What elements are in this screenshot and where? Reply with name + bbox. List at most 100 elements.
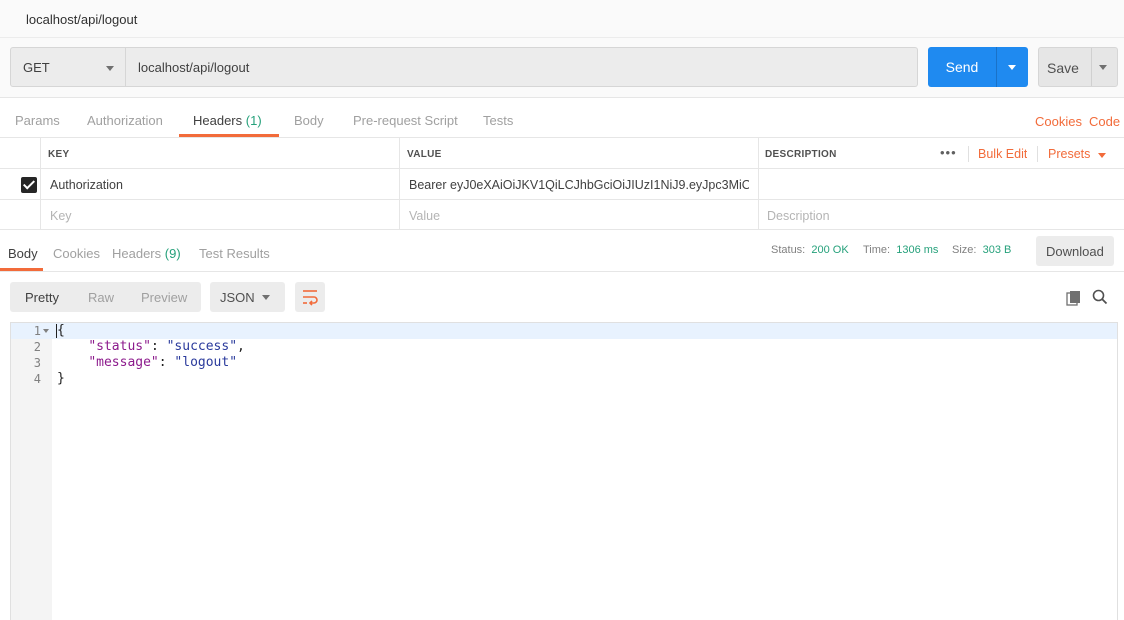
- headers-table: KEY VALUE DESCRIPTION ••• Bulk Edit Pres…: [0, 138, 1124, 230]
- line-number: 2: [33, 340, 41, 354]
- code-line: 2 "status": "success",: [11, 339, 1117, 355]
- request-title[interactable]: localhost/api/logout: [26, 12, 137, 27]
- tab-label: Headers: [112, 246, 162, 261]
- code-text: {: [57, 323, 65, 338]
- download-label: Download: [1046, 244, 1104, 259]
- tab-label: Test Results: [199, 246, 270, 261]
- format-select[interactable]: JSON: [210, 282, 285, 312]
- tab-params[interactable]: Params: [15, 113, 60, 128]
- code-text: "message": "logout": [88, 355, 238, 370]
- header-key-cell[interactable]: Authorization: [50, 178, 390, 192]
- format-label: JSON: [220, 290, 255, 305]
- size-value: 303 B: [982, 244, 1012, 256]
- active-tab-indicator: [179, 134, 279, 137]
- cookies-link[interactable]: Cookies: [1035, 114, 1082, 129]
- line-number: 3: [33, 356, 41, 370]
- line-number: 4: [33, 372, 41, 386]
- send-button[interactable]: Send: [928, 47, 1028, 87]
- tab-label: Body: [8, 246, 38, 261]
- tab-count: (1): [245, 113, 262, 128]
- time-readout: Time: 1306 ms: [863, 244, 938, 256]
- tab-body[interactable]: Body: [294, 113, 324, 128]
- url-text: localhost/api/logout: [138, 60, 250, 75]
- column-header-description: DESCRIPTION: [765, 149, 837, 160]
- presets-dropdown[interactable]: Presets: [1048, 147, 1090, 161]
- time-label: Time:: [863, 244, 891, 256]
- code-link[interactable]: Code: [1089, 114, 1120, 129]
- method-label: GET: [23, 60, 50, 75]
- tab-response-body[interactable]: Body: [8, 246, 38, 261]
- chevron-down-icon[interactable]: [1098, 153, 1106, 158]
- tab-pre-request-script[interactable]: Pre-request Script: [353, 113, 458, 128]
- view-raw-button[interactable]: Raw: [88, 290, 114, 305]
- bulk-edit-link[interactable]: Bulk Edit: [978, 147, 1027, 161]
- tab-headers[interactable]: Headers (1): [193, 113, 262, 128]
- tab-label: Pre-request Script: [353, 113, 458, 128]
- send-divider: [996, 47, 997, 87]
- tab-label: Tests: [483, 113, 514, 128]
- save-label: Save: [1047, 60, 1079, 76]
- code-text: "status": "success",: [88, 339, 245, 354]
- save-button[interactable]: Save: [1038, 47, 1118, 87]
- code-line: 4}: [11, 371, 1117, 387]
- status-readout: Status: 200 OK: [771, 244, 849, 256]
- send-label: Send: [945, 59, 979, 75]
- status-value: 200 OK: [811, 244, 849, 256]
- table-header-row: KEY VALUE DESCRIPTION ••• Bulk Edit Pres…: [0, 138, 1124, 169]
- code-line: 1{: [11, 323, 1117, 339]
- wrap-lines-button[interactable]: [295, 282, 325, 312]
- column-header-value: VALUE: [407, 149, 442, 160]
- description-placeholder[interactable]: Description: [767, 209, 830, 223]
- header-value-cell[interactable]: Bearer eyJ0eXAiOiJKV1QiLCJhbGciOiJIUzI1N…: [409, 178, 749, 192]
- more-dots-icon[interactable]: •••: [940, 145, 957, 160]
- tab-label: Params: [15, 113, 60, 128]
- column-header-key: KEY: [48, 149, 70, 160]
- fold-arrow-icon[interactable]: [43, 329, 49, 333]
- chevron-down-icon: [262, 295, 270, 300]
- title-bar: localhost/api/logout: [0, 0, 1124, 38]
- response-tabs: Body Cookies Headers (9) Test Results St…: [0, 230, 1124, 272]
- table-row-new: Key Value Description: [0, 200, 1124, 230]
- tab-authorization[interactable]: Authorization: [87, 113, 163, 128]
- save-divider: [1091, 48, 1092, 86]
- search-icon[interactable]: [1092, 289, 1108, 305]
- key-placeholder[interactable]: Key: [50, 209, 72, 223]
- chevron-down-icon: [106, 66, 114, 71]
- copy-icon[interactable]: [1066, 290, 1082, 306]
- code-text: }: [57, 371, 65, 386]
- line-number: 1: [33, 324, 41, 338]
- time-value: 1306 ms: [896, 244, 939, 256]
- request-bar: GET localhost/api/logout Send Save: [0, 38, 1124, 98]
- tab-label: Authorization: [87, 113, 163, 128]
- download-button[interactable]: Download: [1036, 236, 1114, 266]
- table-row: Authorization Bearer eyJ0eXAiOiJKV1QiLCJ…: [0, 169, 1124, 200]
- chevron-down-icon[interactable]: [1008, 65, 1016, 70]
- tab-response-headers[interactable]: Headers (9): [112, 246, 181, 261]
- chevron-down-icon[interactable]: [1099, 65, 1107, 70]
- column-divider: [40, 138, 41, 230]
- tab-tests[interactable]: Tests: [483, 113, 513, 128]
- checkbox-icon[interactable]: [21, 177, 37, 193]
- active-tab-indicator: [0, 268, 43, 271]
- tab-test-results[interactable]: Test Results: [199, 246, 270, 261]
- response-body-editor[interactable]: 1{2 "status": "success", 3 "message": "lo…: [10, 322, 1118, 620]
- request-tabs: Params Authorization Headers (1) Body Pr…: [0, 98, 1124, 138]
- tab-label: Body: [294, 113, 324, 128]
- tab-label: Headers: [193, 113, 243, 128]
- status-label: Status:: [771, 244, 806, 256]
- size-readout: Size: 303 B: [952, 244, 1011, 256]
- tab-count: (9): [164, 246, 181, 261]
- wrap-lines-icon: [303, 290, 318, 306]
- column-divider: [758, 138, 759, 230]
- view-pretty-button[interactable]: Pretty: [25, 290, 59, 305]
- tab-label: Cookies: [53, 246, 100, 261]
- view-preview-button[interactable]: Preview: [141, 290, 187, 305]
- response-toolbar: Pretty Raw Preview JSON: [0, 272, 1124, 322]
- view-mode-selector: Pretty Raw Preview: [10, 282, 201, 312]
- tab-response-cookies[interactable]: Cookies: [53, 246, 100, 261]
- value-placeholder[interactable]: Value: [409, 209, 440, 223]
- column-divider: [399, 138, 400, 230]
- method-select[interactable]: GET: [10, 47, 126, 87]
- url-input[interactable]: localhost/api/logout: [126, 47, 918, 87]
- divider: [1037, 146, 1038, 162]
